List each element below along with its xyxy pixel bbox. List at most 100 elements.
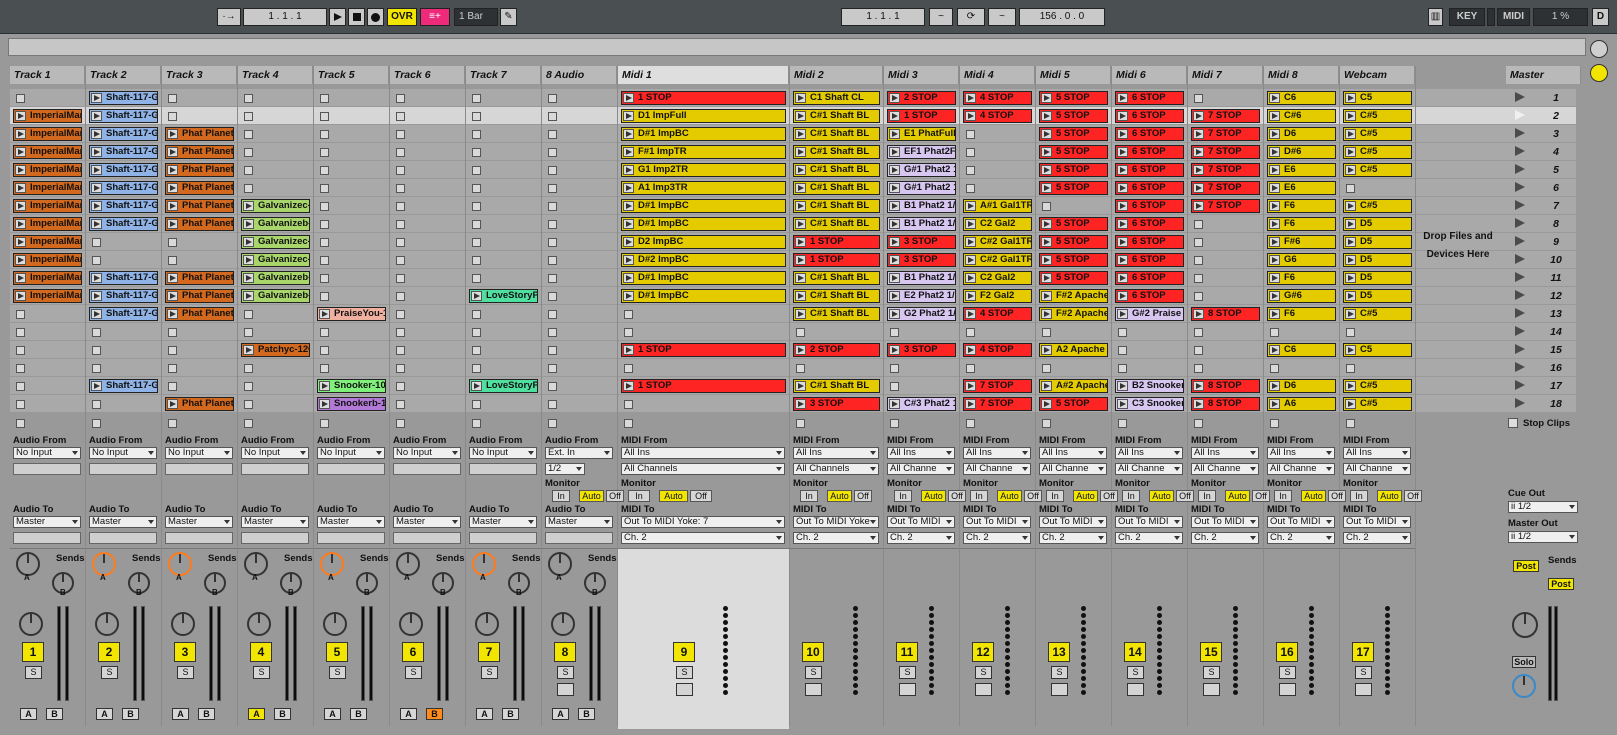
monitor-off-button[interactable]: Off [1176, 490, 1194, 502]
track-stop-button[interactable] [966, 419, 975, 428]
input-channel-select[interactable]: All Channe [963, 463, 1031, 475]
crossfade-b-button[interactable]: B [122, 708, 139, 720]
track-activator-button[interactable]: 16 [1276, 642, 1298, 662]
clip-play-icon[interactable] [1193, 399, 1204, 409]
clip-play-icon[interactable] [795, 111, 806, 121]
clip-stop-button[interactable] [320, 184, 329, 193]
pan-knob[interactable] [171, 612, 195, 636]
clip-play-icon[interactable] [1117, 219, 1128, 229]
draw-mode-button[interactable]: ✎ [500, 8, 517, 26]
clip-slot-filled[interactable]: C#1 Shaft BL [793, 163, 880, 177]
clip-stop-button[interactable] [244, 364, 253, 373]
clip-play-icon[interactable] [965, 309, 976, 319]
clip-slot-filled[interactable]: 5 STOP [1039, 217, 1108, 231]
monitor-in-button[interactable]: In [894, 490, 912, 502]
clip-play-icon[interactable] [889, 273, 900, 283]
clip-slot-filled[interactable]: A1 Imp3TR [621, 181, 786, 195]
clip-slot-filled[interactable]: D#1 ImpBC [621, 271, 786, 285]
clip-slot-filled[interactable]: Galvanizeb- [241, 217, 310, 231]
scene-launch-button[interactable] [1514, 200, 1525, 211]
clip-play-icon[interactable] [965, 201, 976, 211]
session-record-button[interactable]: ≡+ [420, 8, 450, 26]
solo-button[interactable]: S [1279, 666, 1296, 679]
clip-stop-button[interactable] [966, 364, 975, 373]
clip-stop-button[interactable] [396, 310, 405, 319]
clip-stop-button[interactable] [1270, 364, 1279, 373]
clip-play-icon[interactable] [889, 237, 900, 247]
clip-play-icon[interactable] [15, 111, 26, 121]
clip-play-icon[interactable] [795, 201, 806, 211]
clip-stop-button[interactable] [396, 292, 405, 301]
clip-slot-filled[interactable]: 6 STOP [1115, 271, 1184, 285]
crossfade-b-button[interactable]: B [578, 708, 595, 720]
clip-slot-filled[interactable]: 7 STOP [1191, 127, 1260, 141]
output-select[interactable]: Out To MIDI [1115, 516, 1183, 528]
clip-slot-filled[interactable]: B2 Snooker [1115, 379, 1184, 393]
clip-play-icon[interactable] [1269, 93, 1280, 103]
clip-stop-button[interactable] [1194, 364, 1203, 373]
clip-stop-button[interactable] [472, 112, 481, 121]
monitor-off-button[interactable]: Off [606, 490, 624, 502]
solo-button[interactable]: S [1355, 666, 1372, 679]
clip-slot-filled[interactable]: D2 ImpBC [621, 235, 786, 249]
track-activator-button[interactable]: 9 [673, 642, 695, 662]
clip-slot-filled[interactable]: E6 [1267, 181, 1336, 195]
clip-stop-button[interactable] [168, 382, 177, 391]
clip-slot-filled[interactable]: D5 [1343, 235, 1412, 249]
clip-stop-button[interactable] [548, 148, 557, 157]
clip-slot-filled[interactable]: 7 STOP [963, 397, 1032, 411]
output-channel-field[interactable] [13, 532, 81, 544]
clip-play-icon[interactable] [1117, 237, 1128, 247]
clip-stop-button[interactable] [320, 328, 329, 337]
clip-play-icon[interactable] [1041, 93, 1052, 103]
clip-play-icon[interactable] [1041, 345, 1052, 355]
clip-slot-filled[interactable]: C#1 Shaft BL [793, 289, 880, 303]
clip-play-icon[interactable] [167, 309, 178, 319]
clip-play-icon[interactable] [91, 219, 102, 229]
clip-slot-filled[interactable]: Phat Planet [165, 163, 234, 177]
clip-stop-button[interactable] [890, 328, 899, 337]
clip-play-icon[interactable] [1269, 219, 1280, 229]
output-channel-field[interactable] [89, 532, 157, 544]
crossfade-a-button[interactable]: A [248, 708, 265, 720]
track-activator-button[interactable]: 5 [326, 642, 348, 662]
computer-midi-keyboard-button[interactable]: ▥ [1428, 8, 1443, 26]
clip-play-icon[interactable] [1117, 309, 1128, 319]
clip-slot-filled[interactable]: C1 Shaft CL [793, 91, 880, 105]
clip-slot-filled[interactable]: C#1 Shaft BL [793, 109, 880, 123]
clip-slot-filled[interactable]: ImperialMar [13, 163, 82, 177]
input-channel-select[interactable]: All Channe [1115, 463, 1183, 475]
clip-stop-button[interactable] [624, 400, 633, 409]
clip-play-icon[interactable] [795, 147, 806, 157]
arm-button[interactable] [1355, 683, 1372, 696]
clip-play-icon[interactable] [1041, 147, 1052, 157]
clip-play-icon[interactable] [1117, 165, 1128, 175]
clip-play-icon[interactable] [1345, 291, 1356, 301]
clip-slot-filled[interactable]: Phat Planet [165, 199, 234, 213]
clip-slot-filled[interactable]: 4 STOP [963, 109, 1032, 123]
input-channel-select[interactable]: All Channe [1039, 463, 1107, 475]
clip-slot-filled[interactable]: A#2 Apache [1039, 379, 1108, 393]
solo-button[interactable]: S [975, 666, 992, 679]
clip-play-icon[interactable] [795, 309, 806, 319]
cue-volume-knob[interactable] [1512, 674, 1536, 698]
clip-slot-filled[interactable]: 5 STOP [1039, 91, 1108, 105]
clip-play-icon[interactable] [1269, 273, 1280, 283]
clip-stop-button[interactable] [244, 400, 253, 409]
midi-map-button[interactable]: MIDI [1497, 8, 1530, 26]
clip-slot-filled[interactable]: Snookerb-1 [317, 397, 386, 411]
clip-slot-filled[interactable]: E2 Phat2 1/ [887, 289, 956, 303]
clip-play-icon[interactable] [167, 147, 178, 157]
loop-button[interactable]: ⟳ [957, 8, 985, 26]
clip-slot-filled[interactable]: C#1 Shaft BL [793, 145, 880, 159]
clip-slot-filled[interactable]: 4 STOP [963, 307, 1032, 321]
clip-stop-button[interactable] [320, 274, 329, 283]
clip-slot-filled[interactable]: Shaft-117-G [89, 91, 158, 105]
clip-slot-filled[interactable]: 3 STOP [887, 253, 956, 267]
solo-button[interactable]: S [405, 666, 422, 679]
clip-play-icon[interactable] [1345, 165, 1356, 175]
clip-stop-button[interactable] [548, 130, 557, 139]
clip-stop-button[interactable] [548, 202, 557, 211]
clip-slot-filled[interactable]: Shaft-117-G [89, 181, 158, 195]
punch-out-button[interactable]: ~ [988, 8, 1016, 26]
